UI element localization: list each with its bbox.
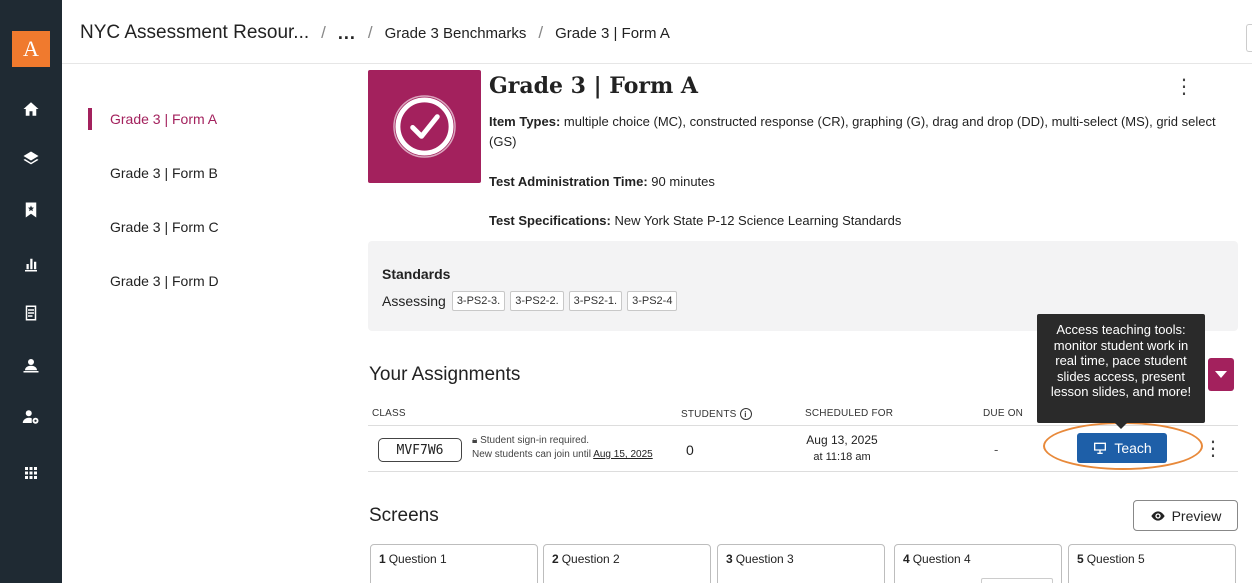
item-types: Item Types: multiple choice (MC), constr… <box>489 112 1229 152</box>
document-icon[interactable] <box>19 301 43 325</box>
test-specs: Test Specifications: New York State P-12… <box>489 211 901 231</box>
app-rail: A <box>0 0 62 583</box>
bookmark-icon[interactable] <box>19 198 43 222</box>
screen-card-label: Question 5 <box>1086 552 1145 566</box>
assessment-thumbnail <box>368 70 481 183</box>
users-gear-icon[interactable] <box>19 405 43 429</box>
teach-button-label: Teach <box>1114 440 1152 456</box>
breadcrumb-item-current: Grade 3 | Form A <box>555 24 670 42</box>
more-options-icon[interactable]: ⋮ <box>1174 76 1194 100</box>
screen-card-label: Question 2 <box>561 552 620 566</box>
join-until: New students can join until Aug 15, 2025 <box>472 448 653 462</box>
page-title: Grade 3 | Form A <box>489 73 698 99</box>
item-types-label: Item Types: <box>489 114 561 129</box>
info-icon[interactable]: i <box>739 408 752 420</box>
tooltip-arrow <box>1115 423 1127 429</box>
preview-button-label: Preview <box>1171 507 1222 524</box>
app-logo-letter: A <box>23 36 39 61</box>
screen-thumbnail-control <box>981 578 1053 583</box>
breadcrumb-separator: / <box>538 23 544 42</box>
column-header-scheduled: SCHEDULED FOR <box>805 408 894 419</box>
screen-card-label: Question 3 <box>735 552 794 566</box>
form-nav: Grade 3 | Form A Grade 3 | Form B Grade … <box>88 104 219 320</box>
class-code-chip[interactable]: MVF7W6 <box>378 438 462 462</box>
row-more-options-icon[interactable]: ⋮ <box>1203 438 1223 462</box>
students-count: 0 <box>686 442 694 458</box>
screen-card-number: 5 <box>1077 552 1084 566</box>
test-specs-label: Test Specifications: <box>489 213 611 228</box>
item-types-value: multiple choice (MC), constructed respon… <box>489 114 1216 149</box>
screen-card-number: 1 <box>379 552 386 566</box>
form-nav-item-c[interactable]: Grade 3 | Form C <box>88 212 219 266</box>
bar-chart-icon[interactable] <box>19 252 43 276</box>
scheduled-for: Aug 13, 2025 at 11:18 am <box>792 432 892 466</box>
join-until-date-link[interactable]: Aug 15, 2025 <box>593 449 653 460</box>
column-header-class: CLASS <box>372 408 406 419</box>
breadcrumb-separator: / <box>321 23 326 42</box>
screen-card[interactable]: 3 Question 3 <box>717 544 885 583</box>
breadcrumb-item-benchmarks[interactable]: Grade 3 Benchmarks <box>385 25 527 42</box>
app-logo[interactable]: A <box>12 31 50 67</box>
standard-chip[interactable]: 3-PS2-3. <box>451 291 506 311</box>
screen-card-number: 4 <box>903 552 910 566</box>
screen-card-label: Question 1 <box>388 552 447 566</box>
assessing-label: Assessing <box>382 293 446 309</box>
layers-icon[interactable] <box>19 147 43 171</box>
breadcrumb: NYC Assessment Resour... / ... / Grade 3… <box>80 22 670 44</box>
admin-time-value: 90 minutes <box>651 174 715 189</box>
admin-time: Test Administration Time: 90 minutes <box>489 172 715 192</box>
table-divider <box>368 471 1238 472</box>
form-nav-item-a[interactable]: Grade 3 | Form A <box>88 104 219 158</box>
presentation-icon <box>1094 442 1107 454</box>
scheduled-date: Aug 13, 2025 <box>806 433 878 447</box>
admin-time-label: Test Administration Time: <box>489 174 648 189</box>
breadcrumb-more[interactable]: ... <box>338 23 356 44</box>
join-until-prefix: New students can join until <box>472 449 591 460</box>
screen-card-label: Question 4 <box>912 552 971 566</box>
home-icon[interactable] <box>19 97 43 121</box>
form-nav-item-b[interactable]: Grade 3 | Form B <box>88 158 219 212</box>
teach-button[interactable]: Teach <box>1077 433 1167 463</box>
screen-card-number: 2 <box>552 552 559 566</box>
standards-title: Standards <box>382 266 451 282</box>
signin-note: 🔒︎ Student sign-in required. New student… <box>472 434 653 462</box>
grid-icon[interactable] <box>19 461 43 485</box>
breadcrumb-separator: / <box>367 23 373 42</box>
screens-title: Screens <box>369 505 439 526</box>
screen-card[interactable]: 5 Question 5 <box>1068 544 1236 583</box>
signin-required-text: Student sign-in required. <box>480 435 590 446</box>
screen-card[interactable]: 1 Question 1 <box>370 544 538 583</box>
screen-card[interactable]: 2 Question 2 <box>543 544 711 583</box>
scheduled-time: at 11:18 am <box>813 451 871 463</box>
column-header-students-label: STUDENTS <box>681 408 737 420</box>
standard-chip[interactable]: 3-PS2-1. <box>568 291 623 311</box>
breadcrumb-root[interactable]: NYC Assessment Resour... <box>80 22 309 44</box>
standard-chip[interactable]: 3-PS2-2. <box>510 291 564 311</box>
preview-button[interactable]: Preview <box>1133 500 1238 531</box>
assignments-title: Your Assignments <box>369 364 521 385</box>
standard-chip[interactable]: 3-PS2-4 <box>627 291 678 311</box>
signin-required: 🔒︎ Student sign-in required. <box>472 434 653 448</box>
check-circle-icon <box>393 95 456 158</box>
eye-icon <box>1150 510 1165 521</box>
test-specs-value: New York State P-12 Science Learning Sta… <box>614 213 902 228</box>
teach-tooltip: Access teaching tools: monitor student w… <box>1037 314 1205 423</box>
top-bar-edge <box>1246 24 1252 52</box>
column-header-due: DUE ON <box>983 408 1024 419</box>
form-nav-item-d[interactable]: Grade 3 | Form D <box>88 266 219 320</box>
assessing-row: Assessing 3-PS2-3. 3-PS2-2. 3-PS2-1. 3-P… <box>382 291 682 311</box>
lock-icon: 🔒︎ <box>472 435 478 446</box>
teacher-icon[interactable] <box>19 353 43 377</box>
top-bar: NYC Assessment Resour... / ... / Grade 3… <box>62 0 1252 64</box>
due-on: - <box>994 442 999 457</box>
assign-dropdown-button[interactable] <box>1208 358 1234 391</box>
column-header-students: STUDENTS i <box>681 408 752 420</box>
screen-card-number: 3 <box>726 552 733 566</box>
